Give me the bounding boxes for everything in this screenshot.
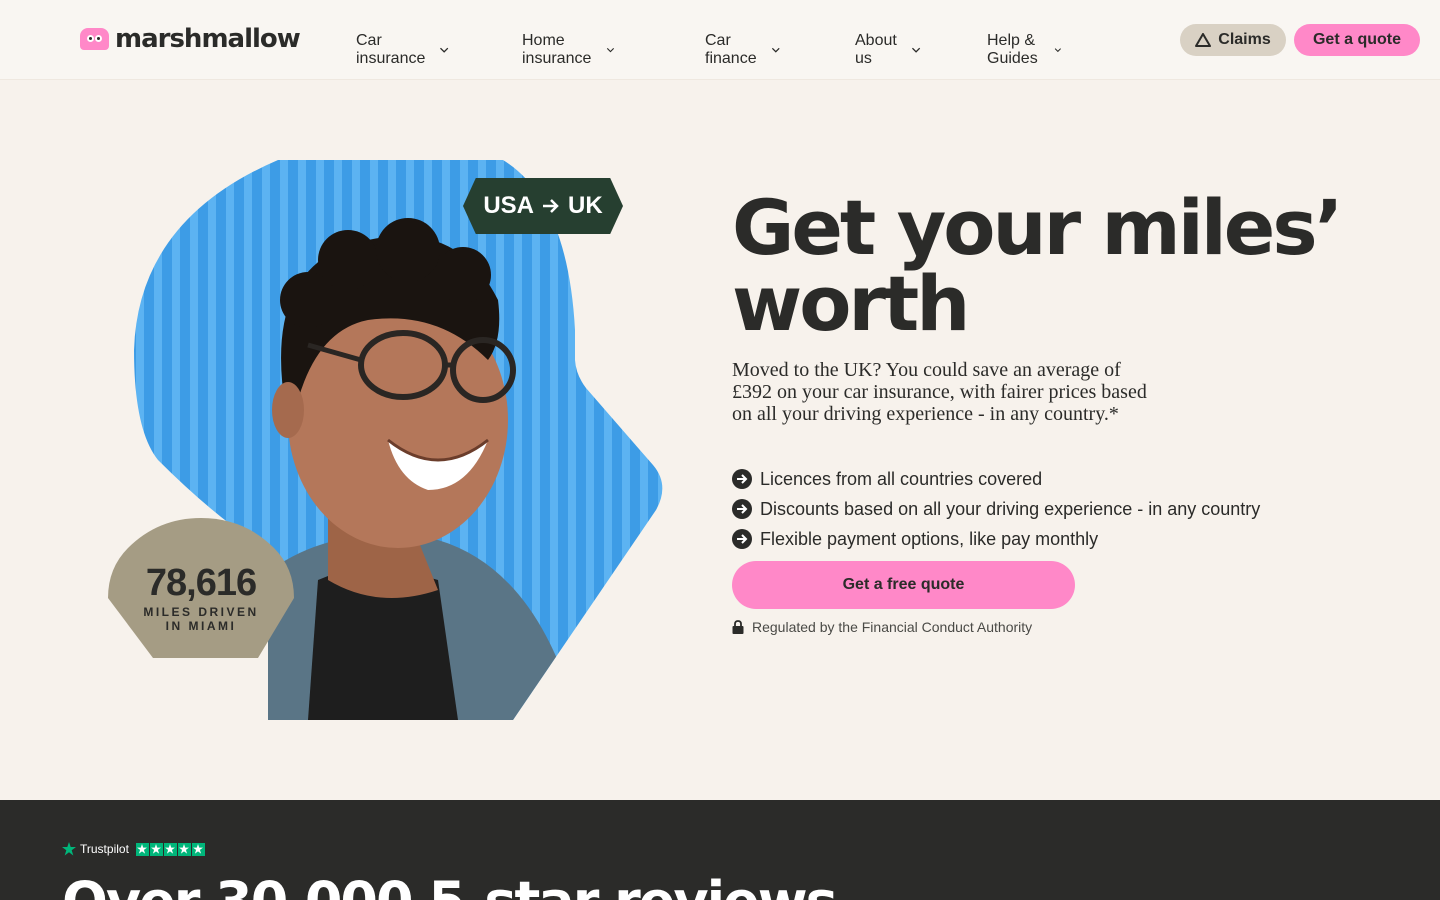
chevron-down-icon [911,47,920,53]
chevron-down-icon [1054,48,1061,53]
lock-icon [732,620,744,634]
chevron-down-icon [607,47,615,53]
marshmallow-logo-icon [80,28,109,50]
claims-label: Claims [1218,31,1271,48]
star-icon [149,842,163,856]
feature-list: Licences from all countries covered Disc… [732,464,1260,554]
get-free-quote-button[interactable]: Get a free quote [732,561,1075,609]
regulation-note: Regulated by the Financial Conduct Autho… [732,619,1032,635]
arrow-right-icon [543,199,559,213]
star-icon [135,842,149,856]
trustpilot-name: Trustpilot [80,842,129,856]
logo-text: marshmallow [115,24,301,54]
star-icon [191,842,205,856]
claims-button[interactable]: Claims [1180,24,1286,56]
get-a-quote-button[interactable]: Get a quote [1294,24,1420,56]
arrow-circle-icon [732,469,752,489]
nav-car-insurance[interactable]: Car insurance [356,32,449,68]
feature-item: Flexible payment options, like pay month… [732,524,1260,554]
nav-help-guides[interactable]: Help & Guides [987,32,1062,68]
tag-to: UK [568,192,603,219]
reviews-section: Trustpilot Over 30,000 5-star reviews [0,800,1440,900]
feature-text: Flexible payment options, like pay month… [760,528,1099,549]
regulation-text: Regulated by the Financial Conduct Autho… [752,619,1033,635]
chevron-down-icon [771,47,780,53]
chevron-down-icon [440,47,449,53]
usa-to-uk-tag: USA UK [463,178,623,234]
trustpilot-stars [135,842,205,856]
nav-label: About us [855,32,897,67]
star-icon [163,842,177,856]
nav-label: Help & Guides [987,32,1038,67]
feature-item: Licences from all countries covered [732,464,1260,494]
nav-home-insurance[interactable]: Home insurance [522,32,615,68]
arrow-circle-icon [732,499,752,519]
miles-stat-number: 78,616 [145,562,257,604]
hero-lede: Moved to the UK? You could save an avera… [732,359,1147,425]
nav-about-us[interactable]: About us [855,32,921,68]
feature-text: Licences from all countries covered [760,468,1043,489]
feature-item: Discounts based on all your driving expe… [732,494,1260,524]
nav-label: Car insurance [356,32,426,67]
tag-from: USA [483,192,534,219]
trustpilot-rating[interactable]: Trustpilot [62,842,205,856]
reviews-title: Over 30,000 5-star reviews [62,870,838,900]
hero-headline: Get your miles’ worth [732,183,1343,348]
top-nav: marshmallow Car insurance Home insurance… [0,0,1440,80]
warning-triangle-icon [1195,33,1212,47]
nav-car-finance[interactable]: Car finance [705,32,781,68]
trustpilot-star-icon [62,842,76,856]
feature-text: Discounts based on all your driving expe… [760,498,1261,519]
star-icon [177,842,191,856]
logo-link[interactable]: marshmallow [80,24,301,54]
arrow-circle-icon [732,529,752,549]
nav-label: Car finance [705,32,757,67]
nav-label: Home insurance [522,32,592,67]
miles-stat-label: MILES DRIVEN IN MIAMI [143,605,259,633]
